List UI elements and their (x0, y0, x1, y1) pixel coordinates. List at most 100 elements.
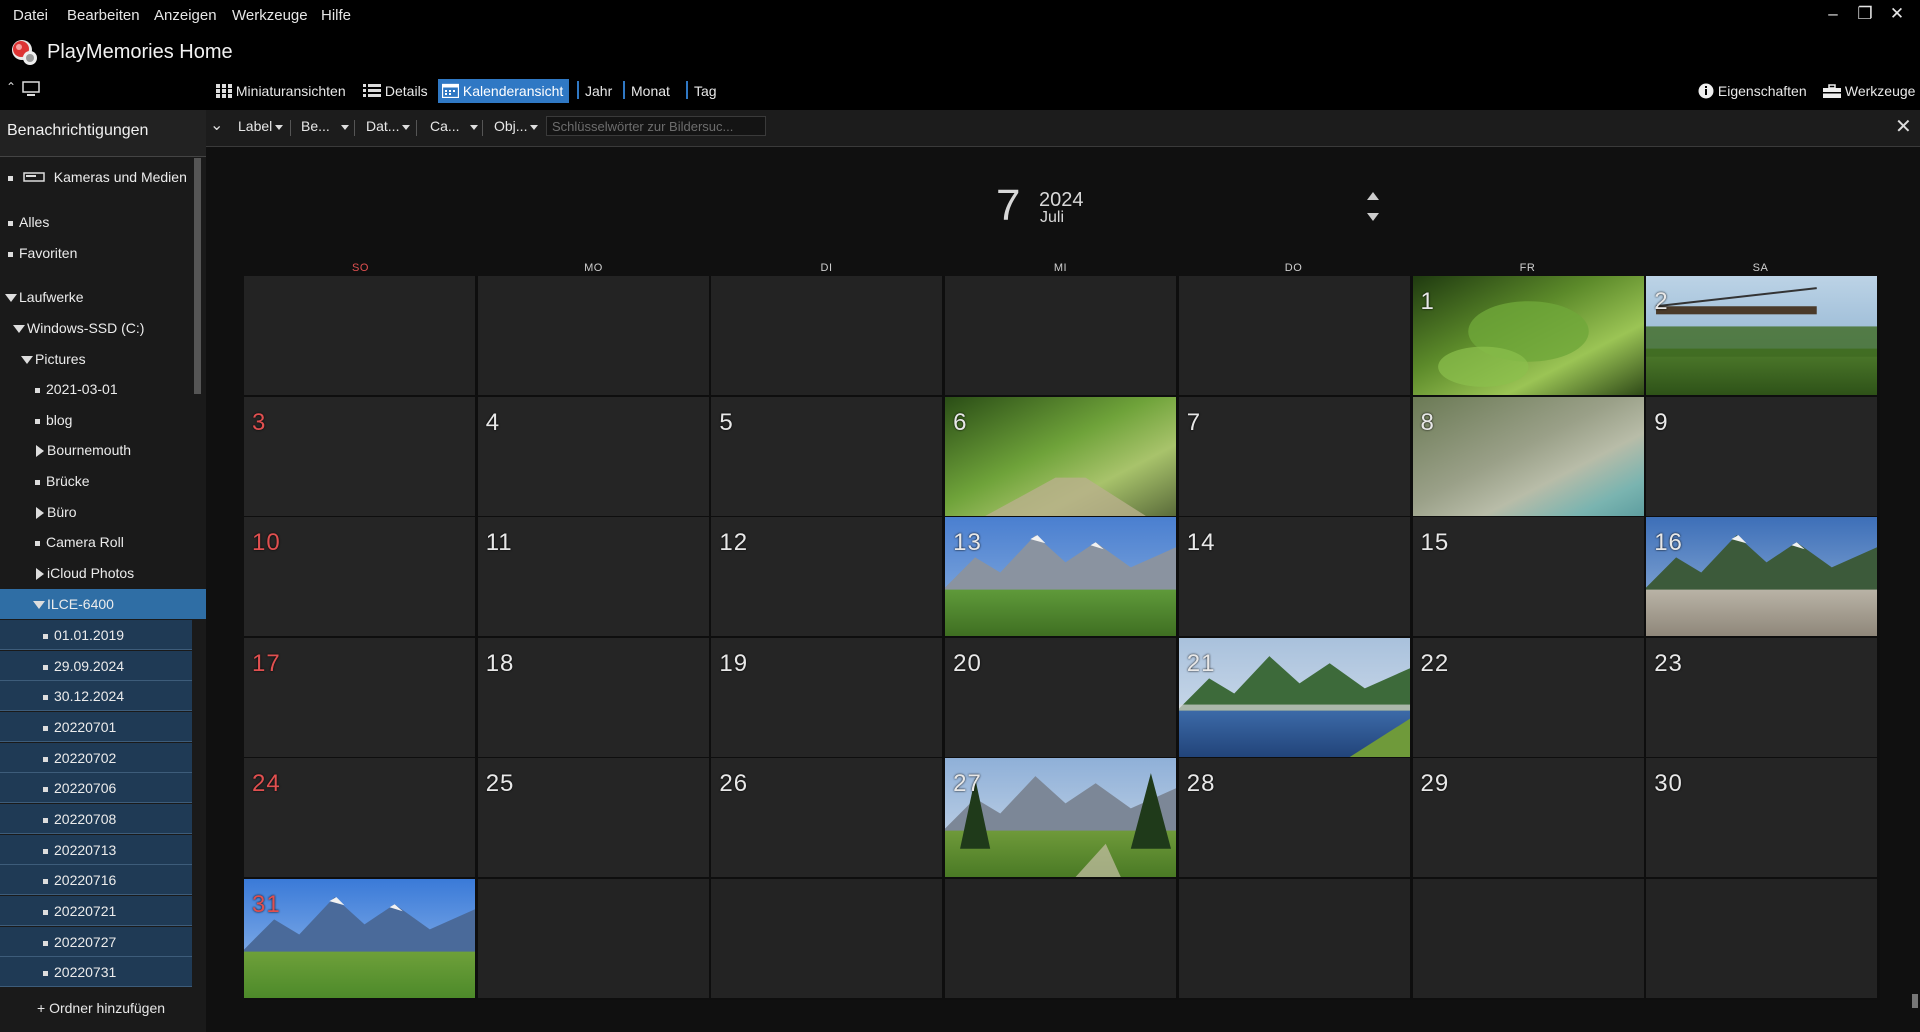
calendar-day-cell[interactable]: 27 (945, 758, 1177, 877)
calendar-day-cell[interactable]: 9 (1646, 396, 1878, 516)
folder-item[interactable]: Camera Roll (0, 527, 227, 557)
calendar-day-cell[interactable]: 21 (1178, 637, 1410, 757)
notifications-header[interactable]: Benachrichtigungen (0, 110, 206, 157)
main-scrollbar[interactable] (1912, 994, 1918, 1008)
subfolder-item[interactable]: 20220702 (0, 743, 192, 773)
calendar-day-cell[interactable]: 31 (244, 878, 475, 998)
calendar-day-cell[interactable]: 7 (1178, 396, 1410, 516)
subfolder-item[interactable]: 20220716 (0, 865, 192, 895)
calendar-view-button[interactable]: Kalenderansicht (438, 79, 569, 103)
menu-file[interactable]: Datei (13, 7, 48, 24)
previous-month-arrow-icon[interactable] (1367, 192, 1379, 200)
expand-icon[interactable] (33, 601, 45, 610)
monitor-icon[interactable] (22, 81, 40, 97)
month-button[interactable]: Monat (627, 79, 674, 103)
menu-help[interactable]: Hilfe (321, 7, 351, 24)
folder-item[interactable]: 2021-03-01 (0, 374, 227, 404)
calendar-day-cell[interactable]: 22 (1412, 637, 1644, 757)
calendar-day-cell[interactable]: 17 (244, 637, 475, 757)
subfolder-item[interactable]: 20220731 (0, 957, 192, 987)
minimize-button[interactable]: – (1820, 4, 1846, 24)
sidebar-item-windows-ssd[interactable]: Windows-SSD (C:) (0, 313, 205, 343)
keyword-search-input[interactable] (546, 116, 766, 136)
calendar-day-cell[interactable]: 2 (1646, 276, 1878, 395)
year-button[interactable]: Jahr (581, 79, 616, 103)
calendar-day-cell[interactable]: 29 (1412, 758, 1644, 877)
calendar-day-cell[interactable]: 19 (711, 637, 943, 757)
calendar-day-cell[interactable]: 12 (711, 517, 943, 636)
menu-edit[interactable]: Bearbeiten (67, 7, 140, 24)
details-view-button[interactable]: Details (359, 79, 432, 103)
expand-icon[interactable] (5, 294, 17, 303)
day-button[interactable]: Tag (690, 79, 721, 103)
calendar-day-cell[interactable]: 6 (945, 396, 1177, 516)
add-folder-button[interactable]: + Ordner hinzufügen (37, 1000, 165, 1016)
collapse-icon[interactable]: ⌃ (6, 80, 16, 94)
photo-thumbnail[interactable] (945, 396, 1177, 516)
calendar-day-cell[interactable]: 1 (1412, 276, 1644, 395)
sidebar-item-all[interactable]: Alles (0, 207, 200, 237)
label-filter[interactable]: Label (238, 118, 284, 134)
calendar-day-cell[interactable]: 5 (711, 396, 943, 516)
next-month-arrow-icon[interactable] (1367, 213, 1379, 221)
calendar-day-cell[interactable]: 20 (945, 637, 1177, 757)
calendar-day-cell[interactable]: 16 (1646, 517, 1878, 636)
sidebar-item-favorites[interactable]: Favoriten (0, 238, 200, 268)
calendar-day-cell[interactable]: 26 (711, 758, 943, 877)
double-chevron-down-icon[interactable]: ⌄ (210, 115, 223, 135)
menu-view[interactable]: Anzeigen (154, 7, 217, 24)
subfolder-item[interactable]: 20220721 (0, 896, 192, 926)
subfolder-item[interactable]: 20220727 (0, 927, 192, 957)
properties-button[interactable]: Eigenschaften (1694, 79, 1811, 103)
calendar-day-cell[interactable]: 3 (244, 396, 475, 516)
calendar-day-cell[interactable]: 14 (1178, 517, 1410, 636)
subfolder-item[interactable]: 29.09.2024 (0, 651, 192, 681)
expand-icon[interactable] (21, 356, 33, 365)
subfolder-item[interactable]: 20220708 (0, 804, 192, 834)
sidebar-scrollbar[interactable] (194, 158, 201, 394)
folder-item[interactable]: Brücke (0, 466, 227, 496)
sidebar-item-drives[interactable]: Laufwerke (0, 282, 197, 312)
calendar-day-cell[interactable]: 24 (244, 758, 475, 877)
calendar-day-cell[interactable]: 8 (1412, 396, 1644, 516)
calendar-day-cell[interactable]: 11 (477, 517, 709, 636)
expand-icon[interactable] (36, 507, 44, 520)
subfolder-item[interactable]: 20220701 (0, 712, 192, 742)
calendar-day-cell[interactable]: 23 (1646, 637, 1878, 757)
expand-icon[interactable] (36, 445, 44, 458)
photo-thumbnail[interactable] (1646, 276, 1878, 395)
close-window-button[interactable]: ✕ (1884, 4, 1910, 24)
date-filter[interactable]: Dat... (366, 118, 411, 134)
expand-icon[interactable] (13, 325, 25, 334)
expand-icon[interactable] (36, 568, 44, 581)
object-filter[interactable]: Obj... (494, 118, 539, 134)
tools-button[interactable]: Werkzeuge (1819, 79, 1919, 103)
thumbnails-view-button[interactable]: Miniaturansichten (212, 79, 350, 103)
calendar-day-cell[interactable]: 25 (477, 758, 709, 877)
camera-filter[interactable]: Ca... (430, 118, 479, 134)
photo-thumbnail[interactable] (1412, 396, 1644, 516)
calendar-day-cell[interactable]: 18 (477, 637, 709, 757)
calendar-day-cell[interactable]: 15 (1412, 517, 1644, 636)
calendar-day-cell[interactable]: 30 (1646, 758, 1878, 877)
subfolder-item[interactable]: 20220706 (0, 773, 192, 803)
folder-item[interactable]: Bournemouth (0, 435, 228, 465)
sidebar-item-pictures[interactable]: Pictures (0, 344, 213, 374)
menu-tools[interactable]: Werkzeuge (232, 7, 308, 24)
calendar-day-cell[interactable]: 4 (477, 396, 709, 516)
sidebar-item-cameras[interactable]: Kameras und Medien (0, 162, 200, 192)
subfolder-item[interactable]: 20220713 (0, 835, 192, 865)
subfolder-item[interactable]: 01.01.2019 (0, 620, 192, 650)
calendar-day-cell[interactable]: 28 (1178, 758, 1410, 877)
photo-thumbnail[interactable] (1412, 276, 1644, 395)
calendar-day-cell[interactable]: 10 (244, 517, 475, 636)
sidebar-item-ilce-6400[interactable]: ILCE-6400 (0, 589, 225, 619)
calendar-day-cell[interactable]: 13 (945, 517, 1177, 636)
folder-item[interactable]: Büro (0, 497, 228, 527)
folder-item[interactable]: iCloud Photos (0, 558, 228, 588)
subfolder-item[interactable]: 30.12.2024 (0, 681, 192, 711)
restore-button[interactable]: ❐ (1852, 4, 1878, 24)
rating-filter[interactable]: Be... (301, 118, 349, 134)
folder-item[interactable]: blog (0, 405, 227, 435)
close-icon[interactable]: ✕ (1895, 114, 1912, 139)
